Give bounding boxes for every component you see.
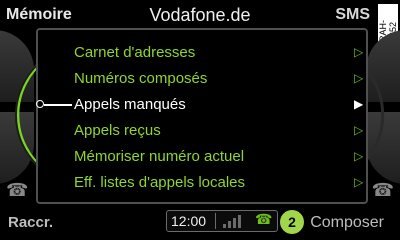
menu-item[interactable]: Eff. listes d'appels locales ▷ (36, 170, 363, 196)
triangle-outline-icon: ▷ (354, 123, 364, 137)
phone-handset-icon: ☎ (6, 180, 29, 200)
menu-item-label: Appels reçus (74, 122, 161, 139)
signal-icon (221, 214, 251, 228)
triangle-outline-icon: ▷ (354, 45, 364, 59)
menu-item-label: Numéros composés (74, 70, 208, 87)
menu-item-label: Eff. listes d'appels locales (74, 174, 246, 191)
divider (215, 213, 216, 229)
menu-item[interactable]: Carnet d'adresses ▷ (36, 40, 363, 66)
phone-handset-icon: ☎ (371, 180, 394, 200)
selector-icon (36, 100, 44, 108)
bottom-bar: Raccr. 12:00 ☎ 2 Composer (0, 206, 400, 240)
phone-status-icon: ☎ (255, 211, 273, 227)
compose-label[interactable]: Composer (310, 214, 384, 232)
sms-label[interactable]: SMS (335, 6, 370, 24)
menu-item-selected[interactable]: Appels manqués ▶ (36, 92, 363, 118)
selector-line (44, 104, 72, 106)
menu-list: Carnet d'adresses ▷ Numéros composés ▷ A… (36, 40, 363, 196)
menu-item-label: Mémoriser numéro actuel (74, 148, 245, 165)
menu-item[interactable]: Appels reçus ▷ (36, 118, 363, 144)
menu-item-label: Appels manqués (74, 96, 186, 113)
hangup-label[interactable]: Raccr. (8, 214, 53, 231)
triangle-outline-icon: ▷ (354, 71, 364, 85)
clock: 12:00 (171, 213, 207, 229)
menu-item[interactable]: Mémoriser numéro actuel ▷ (36, 144, 363, 170)
status-bar: 12:00 ☎ (166, 210, 278, 232)
callout-number: 2 (280, 210, 304, 234)
triangle-outline-icon: ▷ (354, 175, 364, 189)
triangle-outline-icon: ▷ (354, 149, 364, 163)
menu-item-label: Carnet d'adresses (74, 44, 196, 61)
infotainment-screen: Mémoire Vodafone.de SMS RAH-3652 ☎ ☎ Car… (0, 0, 400, 240)
triangle-filled-icon: ▶ (354, 97, 364, 111)
menu-item[interactable]: Numéros composés ▷ (36, 66, 363, 92)
top-bar: Mémoire Vodafone.de SMS RAH-3652 (0, 0, 400, 42)
